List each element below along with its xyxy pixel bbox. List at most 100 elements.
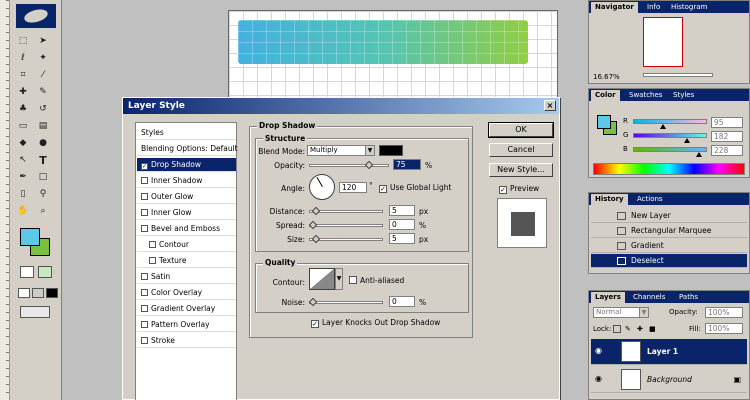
marquee-icon[interactable]: ⬚: [16, 34, 30, 48]
noise-field[interactable]: 0: [389, 296, 415, 307]
tab-swatches[interactable]: Swatches: [625, 90, 666, 101]
layer-row[interactable]: ◉ Layer 1: [591, 339, 747, 365]
history-item[interactable]: New Layer: [591, 209, 747, 223]
screen-mode-black-icon[interactable]: [46, 288, 58, 298]
close-icon[interactable]: ×: [544, 100, 556, 111]
opacity-field[interactable]: 75: [393, 159, 421, 170]
style-checkbox[interactable]: [141, 273, 148, 280]
dodge-icon[interactable]: ●: [36, 136, 50, 150]
style-list-item[interactable]: Styles: [137, 126, 236, 140]
channel-slider-knob[interactable]: [659, 124, 666, 129]
magic-wand-icon[interactable]: ✦: [36, 51, 50, 65]
style-list-item[interactable]: Stroke: [137, 334, 236, 348]
fg-color-chip[interactable]: [597, 115, 611, 129]
style-checkbox[interactable]: [141, 177, 148, 184]
lock-brush-icon[interactable]: ✎: [625, 325, 633, 333]
ok-button[interactable]: OK: [488, 122, 554, 138]
channel-slider-knob[interactable]: [683, 138, 690, 143]
noise-slider[interactable]: [308, 297, 383, 307]
crop-icon[interactable]: ⌗: [16, 68, 30, 82]
tab-color[interactable]: Color: [591, 90, 620, 101]
new-style-button[interactable]: New Style...: [489, 163, 553, 177]
eye-icon[interactable]: ◉: [595, 347, 602, 355]
distance-slider[interactable]: [309, 206, 383, 216]
fill-field[interactable]: 100%: [705, 323, 743, 334]
style-checkbox[interactable]: [141, 209, 148, 216]
type-icon[interactable]: T: [36, 153, 50, 167]
layer-blend-select[interactable]: Normal ▼: [593, 307, 649, 318]
style-list-item[interactable]: Blending Options: Default: [137, 142, 238, 156]
tab-history[interactable]: History: [591, 194, 628, 205]
tab-paths[interactable]: Paths: [675, 292, 702, 303]
style-list-item[interactable]: Bevel and Emboss: [137, 222, 236, 236]
eraser-icon[interactable]: ▭: [16, 119, 30, 133]
use-global-light-checkbox[interactable]: ✓ Use Global Light: [379, 183, 451, 193]
brush-icon[interactable]: ✎: [36, 85, 50, 99]
eyedropper-icon[interactable]: ⚲: [36, 187, 50, 201]
history-item[interactable]: Gradient: [591, 239, 747, 253]
style-checkbox[interactable]: [141, 193, 148, 200]
tab-navigator[interactable]: Navigator: [591, 2, 638, 13]
chevron-down-icon[interactable]: ▼: [335, 268, 343, 290]
preview-checkbox[interactable]: ✓ Preview: [499, 184, 539, 194]
dialog-title-bar[interactable]: Layer Style ×: [123, 98, 559, 114]
style-list-item[interactable]: Inner Shadow: [137, 174, 236, 188]
channel-slider[interactable]: [633, 147, 707, 157]
history-item[interactable]: Rectangular Marquee: [591, 224, 747, 238]
navigator-thumbnail[interactable]: [643, 17, 683, 67]
blur-icon[interactable]: ◆: [16, 136, 30, 150]
channel-slider[interactable]: [633, 119, 707, 129]
zoom-level[interactable]: 16.67%: [593, 73, 620, 81]
hand-icon[interactable]: ✋: [16, 204, 30, 218]
style-list-item[interactable]: Outer Glow: [137, 190, 236, 204]
lasso-icon[interactable]: ℓ: [16, 51, 30, 65]
channel-field[interactable]: 95: [711, 117, 743, 128]
opacity-slider[interactable]: [309, 160, 389, 170]
slice-icon[interactable]: ⁄: [36, 68, 50, 82]
standard-mode-icon[interactable]: [20, 266, 34, 278]
channel-field[interactable]: 182: [711, 131, 743, 142]
style-checkbox[interactable]: [141, 305, 148, 312]
size-field[interactable]: 5: [389, 233, 415, 244]
channel-field[interactable]: 228: [711, 145, 743, 156]
channel-slider[interactable]: [633, 133, 707, 143]
shadow-color-swatch[interactable]: [379, 145, 403, 156]
style-list-item[interactable]: Satin: [137, 270, 236, 284]
style-list-item[interactable]: ✓ Drop Shadow: [137, 158, 236, 172]
history-item[interactable]: Deselect: [591, 254, 747, 268]
style-checkbox[interactable]: [141, 321, 148, 328]
healing-icon[interactable]: ✚: [16, 85, 30, 99]
tab-histogram[interactable]: Histogram: [667, 2, 711, 13]
tab-styles[interactable]: Styles: [669, 90, 698, 101]
lock-move-icon[interactable]: ✚: [637, 325, 645, 333]
color-spectrum[interactable]: [593, 163, 745, 175]
screen-mode-standard-icon[interactable]: [18, 288, 30, 298]
style-list-item[interactable]: Contour: [137, 238, 236, 252]
channel-slider-knob[interactable]: [696, 152, 703, 157]
blend-mode-select[interactable]: Multiply ▼: [307, 145, 375, 156]
style-checkbox[interactable]: [141, 289, 148, 296]
gradient-icon[interactable]: ▤: [36, 119, 50, 133]
tab-layers[interactable]: Layers: [591, 292, 625, 303]
layer-row[interactable]: ◉ Background ▣: [591, 367, 747, 393]
style-list-item[interactable]: Color Overlay: [137, 286, 236, 300]
style-list-item[interactable]: Pattern Overlay: [137, 318, 236, 332]
eye-icon[interactable]: ◉: [595, 375, 602, 383]
style-checkbox[interactable]: [141, 225, 148, 232]
style-checkbox[interactable]: [149, 241, 156, 248]
notes-icon[interactable]: ▯: [16, 187, 30, 201]
tab-info[interactable]: Info: [643, 2, 664, 13]
style-list-item[interactable]: Gradient Overlay: [137, 302, 236, 316]
path-select-icon[interactable]: ↖: [16, 153, 30, 167]
zoom-slider[interactable]: [643, 73, 713, 77]
shape-icon[interactable]: □: [36, 170, 50, 184]
style-list-item[interactable]: Texture: [137, 254, 236, 268]
layer-opacity-field[interactable]: 100%: [705, 307, 743, 318]
knocks-out-checkbox[interactable]: ✓ Layer Knocks Out Drop Shadow: [311, 318, 440, 328]
lock-all-icon[interactable]: ■: [649, 325, 657, 333]
move-icon[interactable]: ➤: [36, 34, 50, 48]
spread-slider[interactable]: [308, 220, 383, 230]
screen-mode-full-icon[interactable]: [32, 288, 44, 298]
contour-picker[interactable]: [309, 268, 335, 290]
pen-icon[interactable]: ✒: [16, 170, 30, 184]
